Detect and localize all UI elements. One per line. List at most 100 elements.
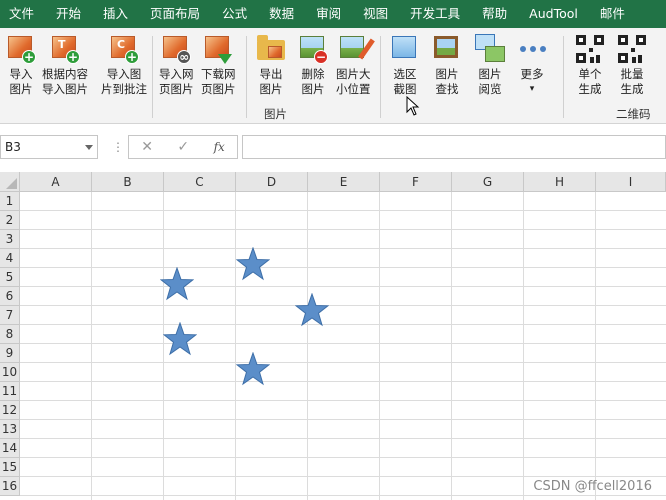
chevron-down-icon[interactable] <box>85 145 93 150</box>
import-to-comment-button[interactable]: C + 导入图 片到批注 <box>101 34 147 97</box>
column-header-b[interactable]: B <box>92 172 164 192</box>
button-label: 导入图 <box>106 67 142 81</box>
tab-file[interactable]: 文件 <box>0 0 45 28</box>
button-label: 导出 <box>259 67 283 81</box>
formula-bar-grip-icon[interactable]: ⋮ <box>112 140 124 154</box>
confirm-icon[interactable]: ✓ <box>177 139 189 155</box>
tab-formulas[interactable]: 公式 <box>211 0 258 28</box>
tab-home[interactable]: 开始 <box>45 0 92 28</box>
picture-view-button[interactable]: 图片 阅览 <box>475 34 505 97</box>
column-header-c[interactable]: C <box>164 172 236 192</box>
row-header-14[interactable]: 14 <box>0 439 20 458</box>
import-web-picture-icon: ∞ <box>161 34 192 64</box>
row-header-11[interactable]: 11 <box>0 382 20 401</box>
star-shape-4[interactable] <box>163 322 197 356</box>
tab-review[interactable]: 审阅 <box>305 0 352 28</box>
more-button[interactable]: 更多 ▾ <box>517 34 547 97</box>
tab-developer[interactable]: 开发工具 <box>399 0 471 28</box>
button-label: 图片大 <box>336 67 371 81</box>
name-box[interactable]: B3 <box>0 135 98 159</box>
star-shape-5[interactable] <box>236 352 270 386</box>
row-header-12[interactable]: 12 <box>0 401 20 420</box>
export-picture-button[interactable]: 导出 图片 <box>256 34 286 97</box>
column-header-a[interactable]: A <box>20 172 92 192</box>
star-shape-1[interactable] <box>236 247 270 281</box>
column-header-d[interactable]: D <box>236 172 308 192</box>
column-header-i[interactable]: I <box>596 172 666 192</box>
import-to-comment-icon: C + <box>109 34 139 64</box>
button-label: 图片 <box>301 82 325 96</box>
button-label: 图片 <box>435 67 459 81</box>
qr-batch-generate-button[interactable]: 批量 生成 <box>617 34 647 97</box>
delete-picture-button[interactable]: − 删除 图片 <box>298 34 328 97</box>
row-header-9[interactable]: 9 <box>0 344 20 363</box>
more-icon <box>517 34 547 64</box>
ribbon: + 导入 图片 T + 根据内容 导入图片 C + 导入图 片到批注 ∞ 导入网 页… <box>0 28 666 124</box>
watermark: CSDN @ffcell2016 <box>533 479 652 494</box>
row-header-5[interactable]: 5 <box>0 268 20 287</box>
button-label: 更多 <box>520 67 544 81</box>
row-header-13[interactable]: 13 <box>0 420 20 439</box>
button-label: 图片 <box>9 82 33 96</box>
insert-function-icon[interactable]: fx <box>214 140 225 154</box>
button-label: 截图 <box>393 82 417 96</box>
button-label: 查找 <box>435 82 459 96</box>
button-label: 片到批注 <box>101 82 147 96</box>
row-header-2[interactable]: 2 <box>0 211 20 230</box>
select-all-corner[interactable] <box>0 172 20 192</box>
selection-screenshot-button[interactable]: 选区 截图 <box>390 34 420 97</box>
import-picture-button[interactable]: + 导入 图片 <box>6 34 36 97</box>
row-header-4[interactable]: 4 <box>0 249 20 268</box>
row-header-8[interactable]: 8 <box>0 325 20 344</box>
row-header-7[interactable]: 7 <box>0 306 20 325</box>
row-header-10[interactable]: 10 <box>0 363 20 382</box>
delete-picture-icon: − <box>298 34 328 64</box>
star-shape-3[interactable] <box>295 293 329 327</box>
cells-area[interactable] <box>20 192 666 500</box>
ribbon-separator <box>246 36 247 118</box>
ribbon-separator <box>563 36 564 118</box>
download-web-picture-button[interactable]: 下载网 页图片 <box>201 34 236 97</box>
import-by-content-icon: T + <box>50 34 80 64</box>
tab-page-layout[interactable]: 页面布局 <box>139 0 211 28</box>
formula-controls: ✕ ✓ fx <box>128 135 238 159</box>
cancel-icon[interactable]: ✕ <box>141 139 153 155</box>
row-header-3[interactable]: 3 <box>0 230 20 249</box>
group-label-qrcode: 二维码 <box>616 107 651 121</box>
star-shape-2[interactable] <box>160 267 194 301</box>
import-picture-icon: + <box>6 34 36 64</box>
column-header-g[interactable]: G <box>452 172 524 192</box>
column-header-f[interactable]: F <box>380 172 452 192</box>
picture-size-position-button[interactable]: 图片大 小位置 <box>336 34 376 97</box>
row-header-16[interactable]: 16 <box>0 477 20 496</box>
row-header-1[interactable]: 1 <box>0 192 20 211</box>
tab-mail[interactable]: 邮件 <box>589 0 636 28</box>
menu-bar: 文件 开始 插入 页面布局 公式 数据 审阅 视图 开发工具 帮助 AudToo… <box>0 0 666 28</box>
tab-audtool[interactable]: AudTool <box>518 0 589 28</box>
import-by-content-button[interactable]: T + 根据内容 导入图片 <box>42 34 88 97</box>
tab-view[interactable]: 视图 <box>352 0 399 28</box>
tab-insert[interactable]: 插入 <box>92 0 139 28</box>
qr-single-generate-button[interactable]: 单个 生成 <box>575 34 605 97</box>
picture-view-icon <box>475 34 505 64</box>
column-header-h[interactable]: H <box>524 172 596 192</box>
button-label: 图片 <box>478 67 502 81</box>
formula-input[interactable] <box>242 135 666 159</box>
tab-data[interactable]: 数据 <box>258 0 305 28</box>
picture-find-icon <box>432 34 462 64</box>
worksheet-grid[interactable]: ABCDEFGHI 1 2 3 4 5 6 7 8 9 10 11 12 13 14 15 16 <box>0 172 666 500</box>
ribbon-separator <box>152 36 153 118</box>
button-label: 批量 <box>620 67 644 81</box>
button-label: 导入网 <box>159 67 194 81</box>
column-header-e[interactable]: E <box>308 172 380 192</box>
row-header-6[interactable]: 6 <box>0 287 20 306</box>
group-label-pictures: 图片 <box>264 107 287 121</box>
button-label: 生成 <box>620 82 644 96</box>
ribbon-separator <box>380 36 381 118</box>
tab-help[interactable]: 帮助 <box>471 0 518 28</box>
picture-find-button[interactable]: 图片 查找 <box>432 34 462 97</box>
row-header-15[interactable]: 15 <box>0 458 20 477</box>
button-label: 导入图片 <box>42 82 88 96</box>
button-label: 导入 <box>9 67 33 81</box>
import-web-picture-button[interactable]: ∞ 导入网 页图片 <box>159 34 194 97</box>
